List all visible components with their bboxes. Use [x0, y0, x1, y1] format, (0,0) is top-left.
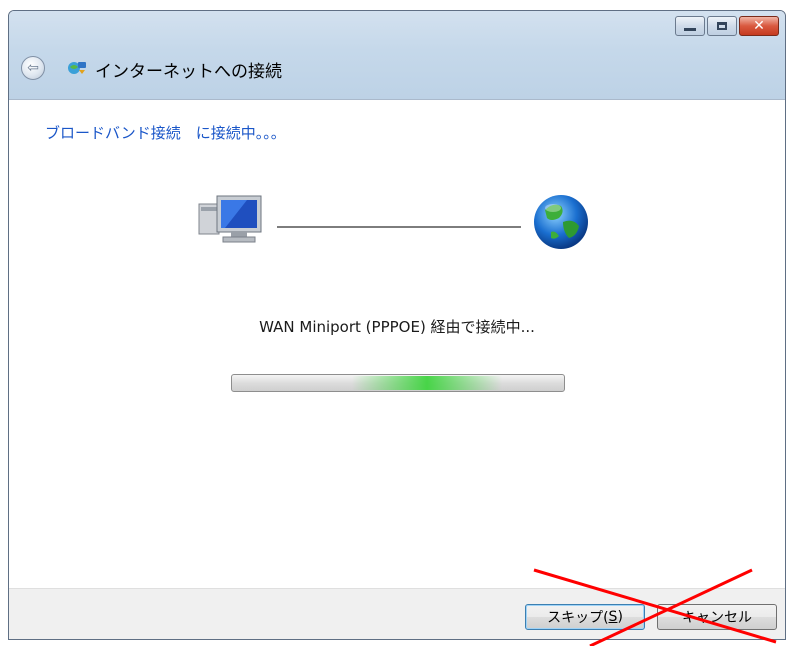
title-bar: ✕ ⇦ インターネットへの接続: [9, 11, 785, 100]
computer-icon: [198, 195, 262, 243]
dialog-content: ブロードバンド接続 に接続中。。。 WAN Miniport (PPPOE) 経…: [9, 100, 785, 587]
back-arrow-icon: ⇦: [27, 60, 39, 76]
skip-button[interactable]: スキップ(S): [525, 604, 645, 630]
network-connection-icon: [68, 62, 86, 74]
progress-bar: [231, 374, 565, 392]
skip-label-end: ): [617, 609, 623, 625]
connection-heading: ブロードバンド接続 に接続中。。。: [45, 124, 286, 142]
cancel-button[interactable]: キャンセル: [657, 604, 777, 630]
window-title: インターネットへの接続: [95, 62, 282, 82]
status-text: WAN Miniport (PPPOE) 経由で接続中...: [259, 318, 535, 336]
button-bar: スキップ(S) キャンセル: [9, 588, 785, 639]
progress-marquee: [352, 376, 502, 390]
close-button[interactable]: ✕: [739, 16, 779, 36]
window-controls: ✕: [675, 16, 779, 36]
maximize-icon: [717, 22, 727, 30]
minimize-icon: [684, 27, 696, 31]
minimize-button[interactable]: [675, 16, 705, 36]
connection-line: [277, 226, 521, 228]
close-icon: ✕: [753, 18, 765, 34]
maximize-button[interactable]: [707, 16, 737, 36]
skip-accelerator: S: [608, 609, 618, 625]
skip-label: スキップ(: [547, 610, 609, 626]
connect-dialog: ✕ ⇦ インターネットへの接続 ブロードバンド接続 に接続中。。。 WAN Mi…: [8, 10, 786, 640]
back-button[interactable]: ⇦: [21, 56, 45, 80]
globe-icon: [534, 195, 588, 249]
